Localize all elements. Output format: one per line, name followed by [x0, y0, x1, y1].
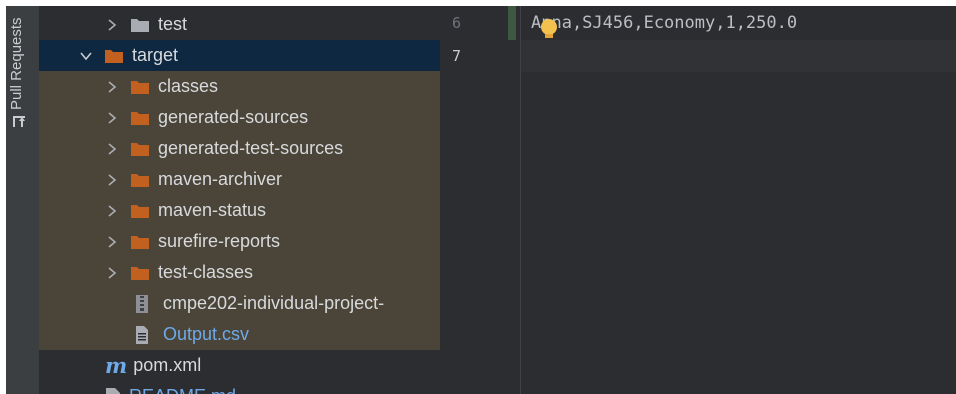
folder-icon [131, 111, 149, 125]
tree-item-generated-sources[interactable]: generated-sources [39, 102, 440, 133]
editor-gutter: 6 7 [440, 6, 520, 394]
tree-item-target[interactable]: target [39, 40, 440, 71]
ide-window: Pull Requests test target classes genera… [6, 6, 956, 394]
pull-requests-label: Pull Requests [8, 17, 25, 110]
chevron-right-icon[interactable] [105, 80, 119, 94]
pull-requests-tab[interactable]: Pull Requests [8, 6, 32, 110]
tree-item-test[interactable]: test [39, 9, 440, 40]
chevron-right-icon[interactable] [105, 173, 119, 187]
tree-item-label: test-classes [158, 262, 254, 282]
tree-item-label: test [158, 14, 188, 34]
tree-item-generated-test-sources[interactable]: generated-test-sources [39, 133, 440, 164]
tree-item-label: target [132, 45, 179, 65]
tree-item-test-classes[interactable]: test-classes [39, 257, 440, 288]
folder-icon [131, 18, 149, 32]
vcs-change-marker[interactable] [508, 6, 516, 40]
jar-file-icon [136, 294, 148, 313]
tree-item-output-csv[interactable]: Output.csv [39, 319, 440, 350]
maven-file-icon: m [105, 353, 128, 378]
tree-item-label: pom.xml [133, 355, 202, 375]
lightbulb-icon[interactable] [539, 16, 559, 42]
code-line-6[interactable]: Anna,SJ456,Economy,1,250.0 [531, 13, 797, 33]
tree-item-label: README.md [129, 386, 236, 394]
folder-icon [131, 235, 149, 249]
tree-item-classes[interactable]: classes [39, 71, 440, 102]
chevron-right-icon[interactable] [105, 142, 119, 156]
tree-item-label: classes [158, 76, 219, 96]
chevron-right-icon[interactable] [105, 204, 119, 218]
tree-item-label: maven-archiver [158, 169, 283, 189]
folder-icon [131, 142, 149, 156]
folder-icon [131, 204, 149, 218]
line-number: 6 [452, 14, 462, 32]
chevron-right-icon[interactable] [105, 18, 119, 32]
tree-item-label: cmpe202-individual-project- [163, 293, 385, 313]
folder-icon [105, 49, 123, 63]
tree-item-maven-status[interactable]: maven-status [39, 195, 440, 226]
project-tree: test target classes generated-sources ge… [39, 6, 440, 394]
tree-item-surefire-reports[interactable]: surefire-reports [39, 226, 440, 257]
folder-icon [131, 266, 149, 280]
markdown-file-icon [106, 387, 120, 394]
tree-item-jar[interactable]: cmpe202-individual-project- [39, 288, 440, 319]
tree-item-label: maven-status [158, 200, 267, 220]
current-line-highlight [521, 40, 956, 72]
tree-item-pom-xml[interactable]: m pom.xml [39, 350, 440, 381]
tree-item-readme[interactable]: README.md [39, 381, 440, 394]
chevron-right-icon[interactable] [105, 235, 119, 249]
pull-request-icon[interactable] [12, 114, 26, 128]
chevron-right-icon[interactable] [105, 266, 119, 280]
chevron-right-icon[interactable] [105, 111, 119, 125]
csv-file-icon [136, 325, 148, 344]
folder-icon [131, 173, 149, 187]
tree-item-label: Output.csv [163, 324, 250, 344]
folder-icon [131, 80, 149, 94]
code-editor[interactable]: Anna,SJ456,Economy,1,250.0 [521, 6, 956, 394]
tree-item-label: generated-sources [158, 107, 309, 127]
tree-item-label: generated-test-sources [158, 138, 344, 158]
tool-window-strip: Pull Requests [6, 6, 39, 394]
tree-item-maven-archiver[interactable]: maven-archiver [39, 164, 440, 195]
chevron-down-icon[interactable] [79, 49, 93, 63]
line-number: 7 [452, 47, 462, 65]
tree-item-label: surefire-reports [158, 231, 281, 251]
